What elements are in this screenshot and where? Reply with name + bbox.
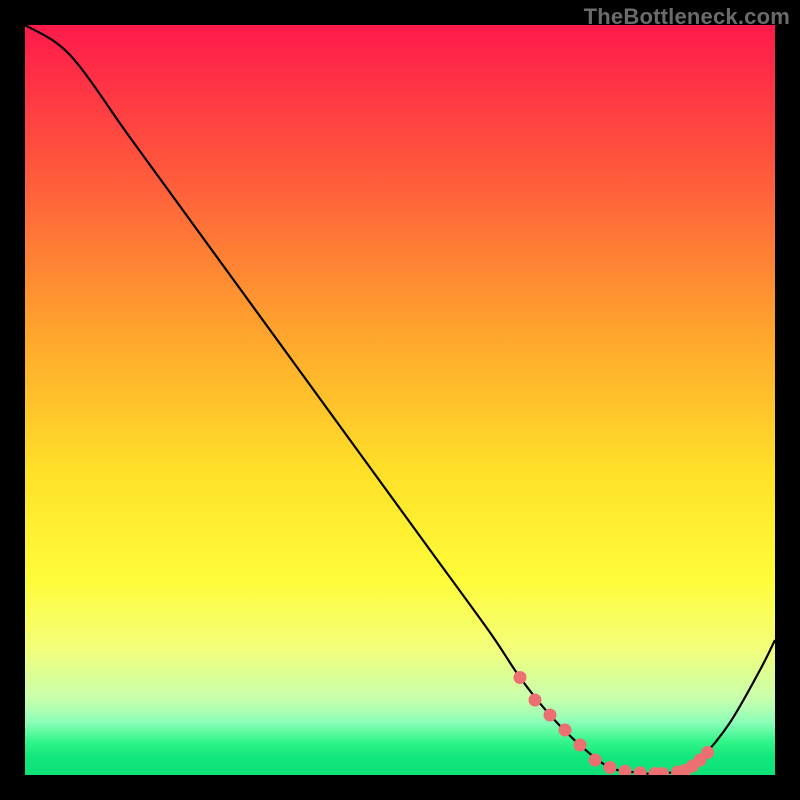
chart-root: TheBottleneck.com (0, 0, 800, 800)
marker-dot (604, 761, 617, 774)
marker-dot (529, 694, 542, 707)
marker-dot (574, 739, 587, 752)
gradient-background (25, 25, 775, 775)
marker-dot (514, 671, 527, 684)
marker-dot (589, 754, 602, 767)
chart-canvas (0, 0, 800, 800)
marker-dot (701, 746, 714, 759)
marker-dot (544, 709, 557, 722)
marker-dot (559, 724, 572, 737)
watermark-text: TheBottleneck.com (584, 4, 790, 30)
